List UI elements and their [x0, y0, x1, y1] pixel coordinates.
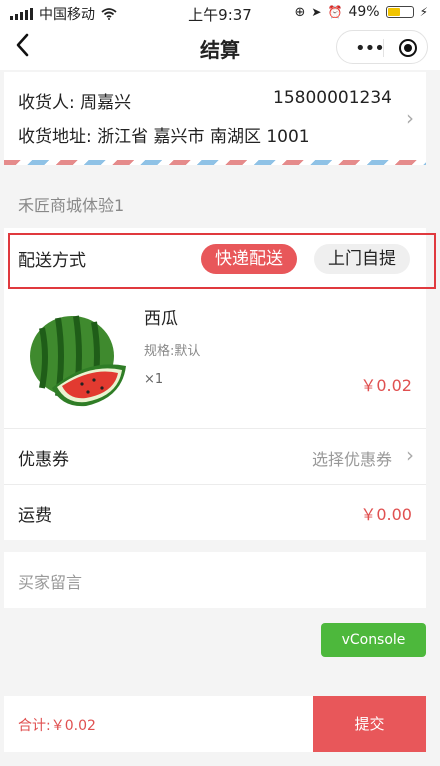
envelope-stripe: [4, 160, 426, 165]
charging-icon: ⚡: [419, 5, 428, 19]
vconsole-button[interactable]: vConsole: [321, 623, 426, 657]
coupon-value: 选择优惠券: [311, 450, 392, 469]
address-card[interactable]: 收货人: 周嘉兴 15800001234 收货地址: 浙江省 嘉兴市 南湖区 1…: [4, 72, 426, 160]
mini-program-capsule: •••: [336, 30, 428, 64]
shipping-label: 运费: [18, 506, 52, 526]
chevron-right-icon: ›: [406, 106, 414, 130]
buyer-message-placeholder: 买家留言: [18, 573, 83, 592]
receiver-address: 收货地址: 浙江省 嘉兴市 南湖区 1001: [18, 127, 310, 147]
buyer-message-input[interactable]: 买家留言: [4, 552, 426, 608]
product-item[interactable]: 西瓜 规格:默认 ×1 ￥0.02: [4, 290, 426, 428]
product-spec: 规格:默认: [144, 344, 201, 359]
submit-button[interactable]: 提交: [313, 696, 426, 752]
delivery-highlight-box: [8, 233, 436, 289]
battery-icon: [385, 6, 414, 18]
product-quantity: ×1: [144, 372, 164, 387]
coupon-row[interactable]: 优惠券 选择优惠券 ›: [4, 429, 426, 484]
order-total: 合计:￥0.02: [18, 718, 96, 734]
shipping-fee: ￥0.00: [360, 505, 412, 524]
alarm-icon: ⏰: [327, 5, 343, 19]
status-bar: 中国移动 上午9:37 ⊕ ➤ ⏰ 49% ⚡: [0, 0, 440, 26]
more-dots-icon[interactable]: •••: [355, 38, 385, 59]
coupon-label: 优惠券: [18, 450, 69, 470]
close-mini-program-icon[interactable]: [399, 39, 417, 57]
nav-bar: 结算 •••: [0, 26, 440, 70]
battery-percent: 49%: [348, 4, 380, 20]
shop-name: 禾匠商城体验1: [18, 196, 125, 215]
status-right: ⊕ ➤ ⏰ 49% ⚡: [295, 4, 428, 20]
product-price: ￥0.02: [360, 376, 412, 395]
location-icon: ➤: [311, 5, 322, 19]
receiver-phone: 15800001234: [273, 88, 392, 108]
shipping-row: 运费 ￥0.00: [4, 485, 426, 540]
capsule-divider: [383, 39, 384, 57]
checkout-bar: 合计:￥0.02 提交: [4, 696, 426, 752]
lock-rotation-icon: ⊕: [294, 4, 306, 20]
receiver-name: 收货人: 周嘉兴: [18, 93, 132, 113]
chevron-right-icon: ›: [406, 443, 414, 467]
watermelon-image: [30, 315, 126, 407]
product-name: 西瓜: [144, 309, 178, 329]
